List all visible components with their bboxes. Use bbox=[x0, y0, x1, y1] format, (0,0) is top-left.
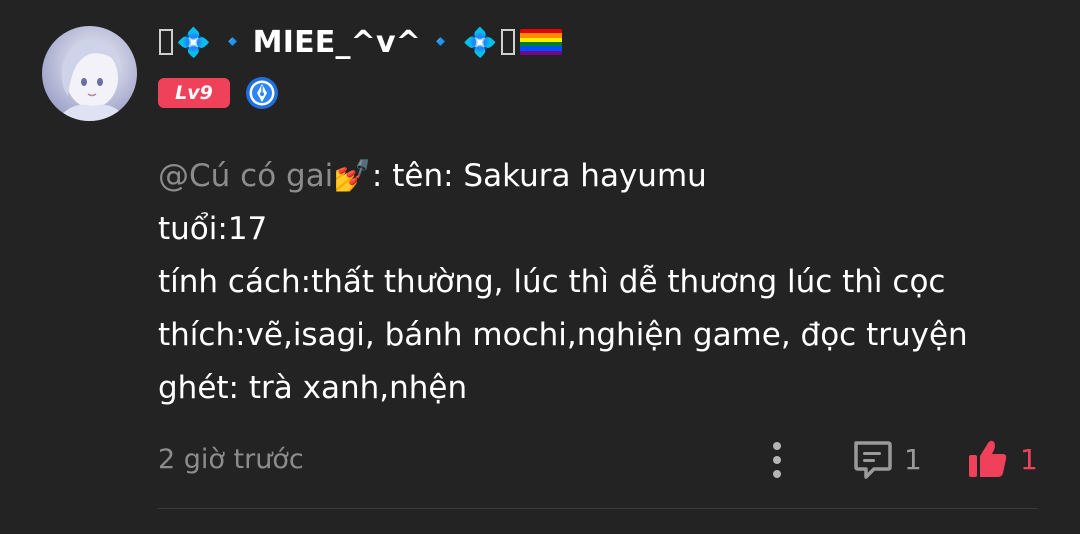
small-blue-diamond-icon: 🔹 bbox=[427, 29, 455, 55]
diamond-icon: 💠 bbox=[176, 25, 212, 59]
comment-line-name: @Cú có gai💅: tên: Sakura hayumu bbox=[158, 150, 1058, 203]
more-options-icon[interactable] bbox=[762, 438, 792, 482]
thumbs-up-icon bbox=[969, 440, 1007, 477]
reply-button[interactable]: 1 bbox=[850, 436, 922, 482]
avatar-image bbox=[56, 39, 128, 121]
comment-body: @Cú có gai💅: tên: Sakura hayumu tuổi:17 … bbox=[158, 150, 1058, 415]
rainbow-flag-icon bbox=[519, 29, 562, 55]
comment-icon bbox=[854, 441, 892, 479]
missing-glyph-icon bbox=[159, 29, 173, 55]
small-blue-diamond-icon: 🔹 bbox=[219, 29, 247, 55]
missing-glyph-icon bbox=[500, 29, 515, 55]
comment-line: thích:vẽ,isagi, bánh mochi,nghiện game, … bbox=[158, 317, 968, 353]
level-badge: Lv9 bbox=[158, 78, 230, 108]
username[interactable]: MIEE_^v^ bbox=[253, 25, 421, 60]
comment-item: 💠 🔹 MIEE_^v^ 🔹 💠 Lv9 @Cú có gai💅: tên: S… bbox=[0, 0, 1080, 534]
user-avatar[interactable] bbox=[42, 26, 137, 121]
like-count: 1 bbox=[1020, 442, 1038, 476]
pen-badge-icon[interactable] bbox=[244, 75, 280, 111]
comment-line: ghét: trà xanh,nhện bbox=[158, 370, 468, 406]
comment-line: tuổi:17 bbox=[158, 211, 268, 247]
mention-link[interactable]: @Cú có gai bbox=[158, 158, 333, 194]
like-button[interactable]: 1 bbox=[966, 436, 1038, 482]
timestamp: 2 giờ trước bbox=[158, 444, 304, 475]
nail-polish-emoji-icon: 💅 bbox=[333, 158, 372, 194]
username-row[interactable]: 💠 🔹 MIEE_^v^ 🔹 💠 bbox=[158, 22, 562, 62]
diamond-icon: 💠 bbox=[462, 25, 498, 59]
divider bbox=[158, 508, 1038, 509]
comment-text: : tên: Sakura hayumu bbox=[371, 158, 707, 194]
comment-line: tính cách:thất thường, lúc thì dễ thương… bbox=[158, 264, 946, 300]
reply-count: 1 bbox=[904, 442, 922, 476]
